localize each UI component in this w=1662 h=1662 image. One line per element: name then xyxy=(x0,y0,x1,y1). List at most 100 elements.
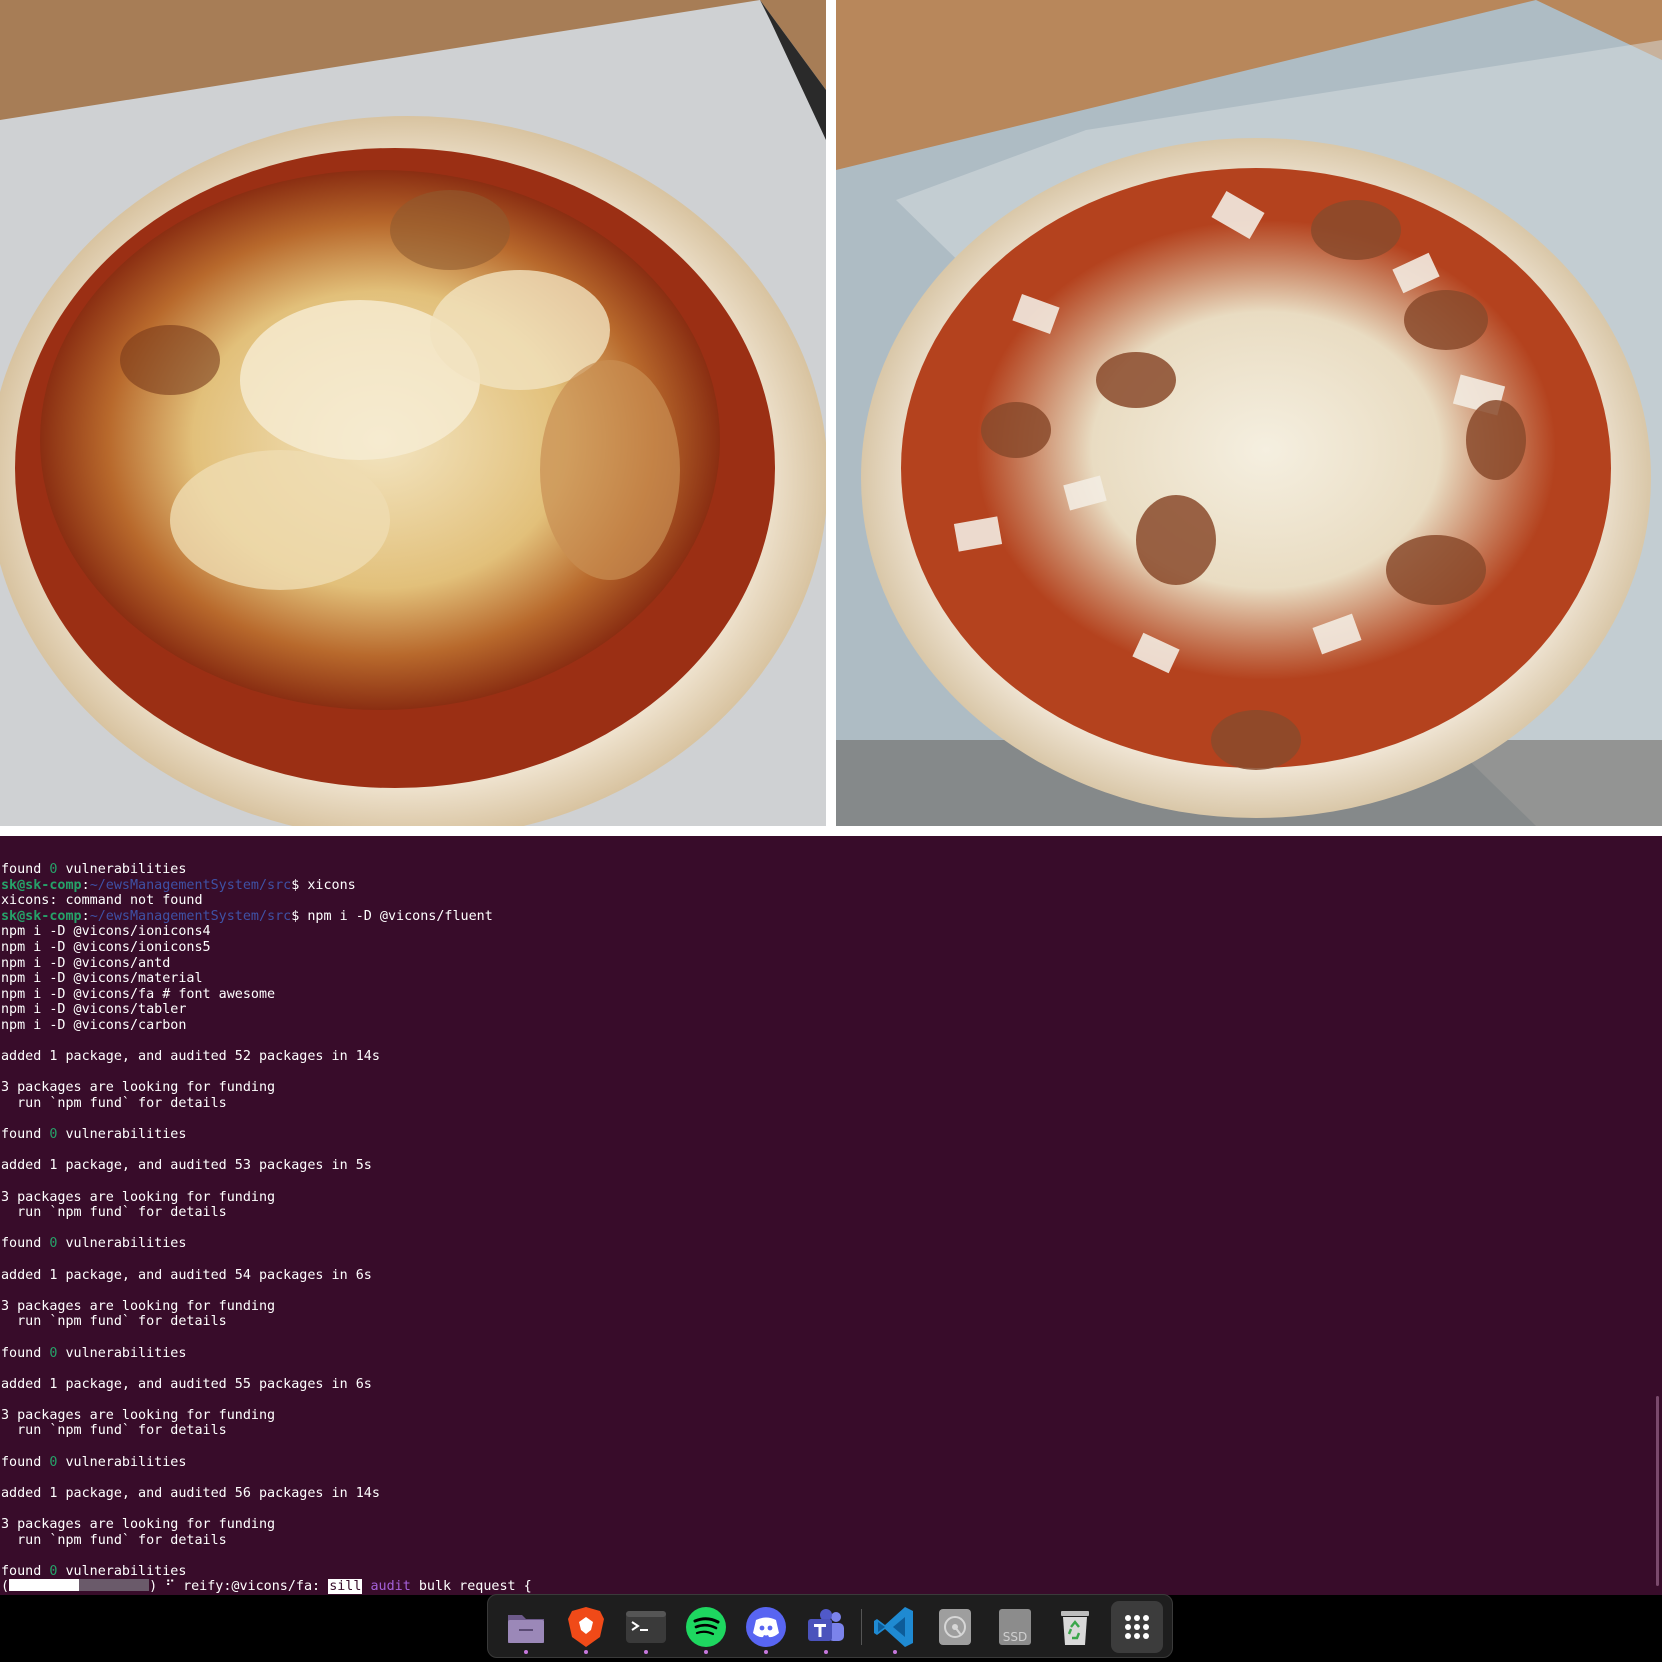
progress-label: reify:@vicons/fa: xyxy=(183,1579,321,1595)
terminal-output: found 0 vulnerabilities sk@sk-comp:~/ewsM… xyxy=(1,862,1662,1595)
running-indicator xyxy=(524,1650,528,1654)
output-text: 3 packages are looking for funding xyxy=(1,1407,276,1423)
brave-browser-icon[interactable] xyxy=(562,1603,610,1654)
output-text: run `npm fund` for details xyxy=(1,1096,227,1111)
running-indicator xyxy=(893,1650,897,1654)
terminal-line: 3 packages are looking for funding xyxy=(1,1080,1662,1096)
output-text: 3 packages are looking for funding xyxy=(1,1298,276,1314)
terminal-line: npm i -D @vicons/carbon xyxy=(1,1018,1662,1034)
terminal-line: npm i -D @vicons/tabler xyxy=(1,1002,1662,1018)
progress-remaining xyxy=(79,1579,150,1592)
terminal-line: npm i -D @vicons/ionicons4 xyxy=(1,924,1662,940)
terminal-line: npm i -D @vicons/material xyxy=(1,971,1662,987)
terminal-line: found 0 vulnerabilities xyxy=(1,1127,1662,1143)
terminal-line: 3 packages are looking for funding xyxy=(1,1190,1662,1206)
spotify-icon[interactable] xyxy=(682,1603,730,1654)
terminal-line: run `npm fund` for details xyxy=(1,1533,1662,1549)
dock-separator xyxy=(861,1609,862,1645)
terminal-line: sk@sk-comp:~/ewsManagementSystem/src$ xi… xyxy=(1,878,1662,894)
teams-icon[interactable] xyxy=(802,1603,850,1654)
output-text: vulnerabilities xyxy=(57,862,187,878)
output-text: npm i -D @vicons/material xyxy=(1,971,203,987)
ssd-drive-icon[interactable]: SSD xyxy=(991,1603,1039,1651)
terminal-line: added 1 package, and audited 53 packages… xyxy=(1,1158,1662,1174)
terminal-line: 3 packages are looking for funding xyxy=(1,1408,1662,1424)
output-text: run `npm fund` for details xyxy=(1,1205,227,1221)
output-text: run `npm fund` for details xyxy=(1,1314,227,1330)
prompt-dollar: $ xyxy=(291,877,308,893)
output-text: vulnerabilities xyxy=(57,1454,187,1470)
output-text: added 1 package, and audited 55 packages… xyxy=(1,1376,372,1392)
trash-icon[interactable] xyxy=(1051,1603,1099,1651)
output-text: found xyxy=(1,862,50,878)
terminal-line: found 0 vulnerabilities xyxy=(1,1564,1662,1580)
progress-bar xyxy=(9,1579,150,1592)
terminal-line: sk@sk-comp:~/ewsManagementSystem/src$ np… xyxy=(1,909,1662,925)
command-text: npm i -D @vicons/fluent xyxy=(307,908,493,924)
terminal-line: run `npm fund` for details xyxy=(1,1423,1662,1439)
output-text: found xyxy=(1,1345,50,1361)
prompt-path: ~/ewsManagementSystem/src xyxy=(89,877,292,893)
output-text: found xyxy=(1,1563,50,1579)
output-text: run `npm fund` for details xyxy=(1,1423,227,1439)
files-icon[interactable] xyxy=(502,1603,550,1654)
terminal-line: 3 packages are looking for funding xyxy=(1,1299,1662,1315)
terminal-line: found 0 vulnerabilities xyxy=(1,862,1662,878)
show-apps-grid-icon[interactable] xyxy=(1111,1601,1163,1653)
terminal-scrollbar[interactable] xyxy=(1656,1396,1659,1586)
terminal-line: 3 packages are looking for funding xyxy=(1,1517,1662,1533)
terminal-line: added 1 package, and audited 54 packages… xyxy=(1,1268,1662,1284)
ssd-label: SSD xyxy=(1003,1630,1027,1644)
prompt-path: ~/ewsManagementSystem/src xyxy=(89,908,292,924)
output-text: found xyxy=(1,1236,50,1252)
terminal-line: added 1 package, and audited 55 packages… xyxy=(1,1377,1662,1393)
running-indicator xyxy=(764,1650,768,1654)
command-text: xicons xyxy=(307,877,356,893)
disk-icon[interactable] xyxy=(931,1603,979,1651)
discord-icon[interactable] xyxy=(742,1603,790,1654)
running-indicator xyxy=(824,1650,828,1654)
log-section: audit xyxy=(370,1579,411,1595)
prompt-colon: : xyxy=(81,877,90,893)
output-text: npm i -D @vicons/ionicons5 xyxy=(1,940,211,956)
output-text: npm i -D @vicons/carbon xyxy=(1,1018,187,1034)
output-text: npm i -D @vicons/fa # font awesome xyxy=(1,986,276,1002)
terminal-line: found 0 vulnerabilities xyxy=(1,1455,1662,1471)
output-text: 3 packages are looking for funding xyxy=(1,1189,276,1205)
terminal-window[interactable]: found 0 vulnerabilities sk@sk-comp:~/ewsM… xyxy=(0,836,1662,1595)
terminal-line: added 1 package, and audited 56 packages… xyxy=(1,1486,1662,1502)
output-text: added 1 package, and audited 52 packages… xyxy=(1,1049,380,1065)
output-text: xicons: command not found xyxy=(1,893,203,909)
output-text: 3 packages are looking for funding xyxy=(1,1080,276,1096)
output-text: npm i -D @vicons/tabler xyxy=(1,1002,187,1018)
output-text: vulnerabilities xyxy=(57,1236,187,1252)
output-text: found xyxy=(1,1454,50,1470)
output-text: added 1 package, and audited 54 packages… xyxy=(1,1267,372,1283)
npm-progress-line: () ⠋ reify:@vicons/fa: sill audit bulk r… xyxy=(1,1579,1662,1595)
output-text: vulnerabilities xyxy=(57,1345,187,1361)
running-indicator xyxy=(584,1650,588,1654)
terminal-line: run `npm fund` for details xyxy=(1,1314,1662,1330)
output-text: vulnerabilities xyxy=(57,1563,187,1579)
terminal-line: xicons: command not found xyxy=(1,893,1662,909)
log-message: bulk request { xyxy=(418,1579,532,1595)
progress-close: ) xyxy=(149,1579,158,1595)
output-text: 3 packages are looking for funding xyxy=(1,1517,276,1533)
terminal-line: found 0 vulnerabilities xyxy=(1,1346,1662,1362)
terminal-line: npm i -D @vicons/antd xyxy=(1,956,1662,972)
terminal-icon[interactable] xyxy=(622,1603,670,1654)
vscode-icon[interactable] xyxy=(871,1603,919,1654)
output-text: npm i -D @vicons/antd xyxy=(1,955,171,971)
